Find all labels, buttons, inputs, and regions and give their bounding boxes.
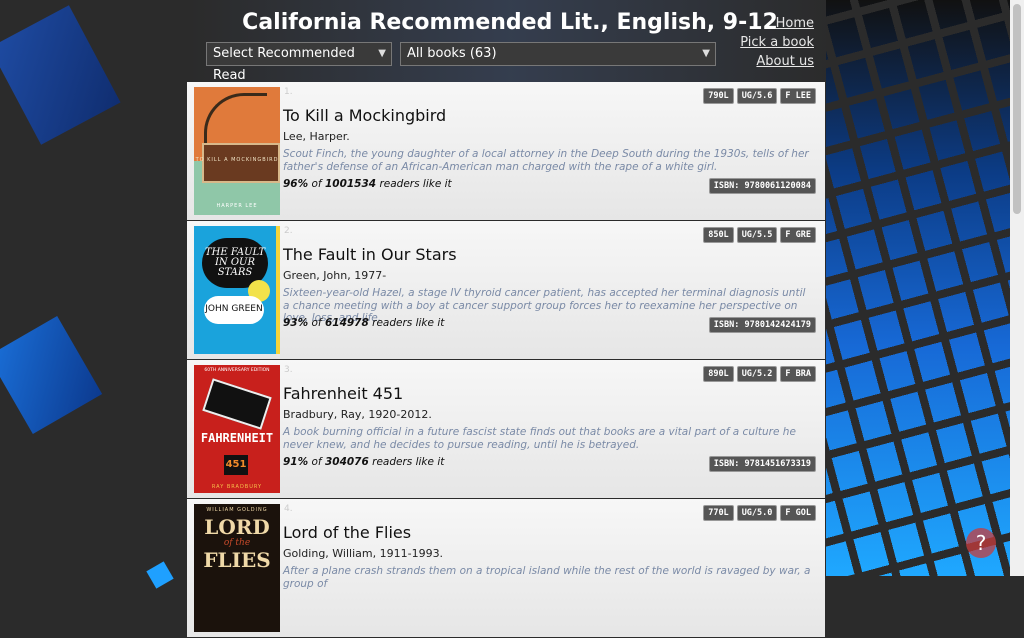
call-number-badge: F GOL bbox=[780, 505, 816, 521]
background-grid-pattern bbox=[826, 0, 1010, 576]
rating-like: readers like it bbox=[372, 456, 445, 468]
book-badges: 850L UG/5.5 F GRE bbox=[703, 227, 816, 243]
books-filter-select[interactable]: All books (63) ▼ bbox=[400, 42, 716, 66]
cover-title-line3: FLIES bbox=[203, 548, 271, 572]
book-cover[interactable]: THE FAULT IN OUR STARS JOHN GREEN bbox=[194, 226, 280, 354]
grade-badge: UG/5.2 bbox=[736, 366, 778, 382]
book-title[interactable]: Fahrenheit 451 bbox=[283, 384, 403, 403]
rating-of: of bbox=[311, 317, 322, 329]
background-shape bbox=[0, 316, 103, 434]
cover-title: TO KILL A MOCKINGBIRD bbox=[195, 157, 279, 163]
book-badges: 770L UG/5.0 F GOL bbox=[703, 505, 816, 521]
book-author: Bradbury, Ray, 1920-2012. bbox=[283, 408, 432, 421]
book-description: Scout Finch, the young daughter of a loc… bbox=[283, 148, 809, 173]
rating-readers: 304076 bbox=[324, 456, 369, 468]
rating-like: readers like it bbox=[372, 317, 445, 329]
book-author: Green, John, 1977- bbox=[283, 269, 387, 282]
book-card[interactable]: THE FAULT IN OUR STARS JOHN GREEN 2. 850… bbox=[187, 221, 825, 359]
book-card[interactable]: 60TH ANNIVERSARY EDITION FAHRENHEIT 451 … bbox=[187, 360, 825, 498]
lexile-badge: 770L bbox=[703, 505, 734, 521]
cover-title: FAHRENHEIT bbox=[200, 431, 274, 445]
rating-percent: 96% bbox=[283, 178, 309, 190]
book-index: 2. bbox=[284, 226, 293, 236]
rating-of: of bbox=[311, 178, 322, 190]
cover-title-line2: of the bbox=[223, 538, 251, 548]
grade-badge: UG/5.0 bbox=[736, 505, 778, 521]
isbn-badge: ISBN: 9780142424179 bbox=[708, 317, 816, 333]
chevron-down-icon: ▼ bbox=[702, 48, 710, 59]
recommended-read-select[interactable]: Select Recommended Read ▼ bbox=[206, 42, 392, 83]
books-filter-select-value: All books (63) bbox=[407, 46, 497, 61]
nav-about-link[interactable]: About us bbox=[740, 52, 814, 71]
page-title: California Recommended Lit., English, 9-… bbox=[242, 10, 778, 35]
rating-readers: 614978 bbox=[324, 317, 369, 329]
book-index: 3. bbox=[284, 365, 293, 375]
call-number-badge: F BRA bbox=[780, 366, 816, 382]
isbn-badge: ISBN: 9781451673319 bbox=[708, 456, 816, 472]
book-title[interactable]: To Kill a Mockingbird bbox=[283, 106, 446, 125]
book-badges: 790L UG/5.6 F LEE bbox=[703, 88, 816, 104]
book-cover[interactable]: 60TH ANNIVERSARY EDITION FAHRENHEIT 451 … bbox=[194, 365, 280, 493]
book-cover[interactable]: TO KILL A MOCKINGBIRD HARPER LEE bbox=[194, 87, 280, 215]
scrollbar-thumb[interactable] bbox=[1013, 4, 1021, 214]
book-title[interactable]: Lord of the Flies bbox=[283, 523, 411, 542]
cover-author: RAY BRADBURY bbox=[211, 484, 263, 490]
book-badges: 890L UG/5.2 F BRA bbox=[703, 366, 816, 382]
book-rating: 93% of 614978 readers like it bbox=[283, 317, 444, 329]
grade-badge: UG/5.5 bbox=[736, 227, 778, 243]
grade-badge: UG/5.6 bbox=[736, 88, 778, 104]
cover-title: THE FAULT IN OUR STARS bbox=[204, 247, 266, 278]
recommended-read-select-value: Select Recommended Read bbox=[213, 46, 355, 83]
help-icon[interactable]: ? bbox=[966, 528, 996, 558]
lexile-badge: 850L bbox=[703, 227, 734, 243]
call-number-badge: F GRE bbox=[780, 227, 816, 243]
cover-title-line1: LORD bbox=[204, 515, 270, 539]
top-nav: Home Pick a book About us bbox=[740, 14, 814, 71]
chevron-down-icon: ▼ bbox=[378, 48, 386, 59]
book-card[interactable]: WILLIAM GOLDING LORD of the FLIES 4. 770… bbox=[187, 499, 825, 637]
book-rating: 96% of 1001534 readers like it bbox=[283, 178, 452, 190]
book-description: A book burning official in a future fasc… bbox=[283, 426, 796, 451]
book-list: TO KILL A MOCKINGBIRD HARPER LEE 1. 790L… bbox=[187, 82, 825, 638]
page-scrollbar[interactable] bbox=[1010, 0, 1024, 576]
book-index: 1. bbox=[284, 87, 293, 97]
lexile-badge: 890L bbox=[703, 366, 734, 382]
rating-percent: 91% bbox=[283, 456, 309, 468]
isbn-badge: ISBN: 9780061120084 bbox=[708, 178, 816, 194]
book-card[interactable]: TO KILL A MOCKINGBIRD HARPER LEE 1. 790L… bbox=[187, 82, 825, 220]
book-author: Lee, Harper. bbox=[283, 130, 350, 143]
call-number-badge: F LEE bbox=[780, 88, 816, 104]
cover-author: HARPER LEE bbox=[216, 203, 258, 209]
rating-readers: 1001534 bbox=[324, 178, 377, 190]
cover-number: 451 bbox=[224, 455, 248, 475]
book-description: After a plane crash strands them on a tr… bbox=[283, 565, 811, 590]
cover-author: JOHN GREEN bbox=[205, 304, 263, 314]
cover-edition: 60TH ANNIVERSARY EDITION bbox=[204, 368, 270, 373]
nav-home-link[interactable]: Home bbox=[740, 14, 814, 33]
rating-like: readers like it bbox=[379, 178, 452, 190]
rating-percent: 93% bbox=[283, 317, 309, 329]
background-shape bbox=[146, 561, 174, 589]
nav-pick-book-link[interactable]: Pick a book bbox=[740, 33, 814, 52]
book-title[interactable]: The Fault in Our Stars bbox=[283, 245, 457, 264]
book-author: Golding, William, 1911-1993. bbox=[283, 547, 444, 560]
book-cover[interactable]: WILLIAM GOLDING LORD of the FLIES bbox=[194, 504, 280, 632]
book-index: 4. bbox=[284, 504, 293, 514]
rating-of: of bbox=[311, 456, 322, 468]
lexile-badge: 790L bbox=[703, 88, 734, 104]
background-shape bbox=[0, 5, 121, 145]
cover-author: WILLIAM GOLDING bbox=[206, 507, 268, 513]
book-rating: 91% of 304076 readers like it bbox=[283, 456, 444, 468]
